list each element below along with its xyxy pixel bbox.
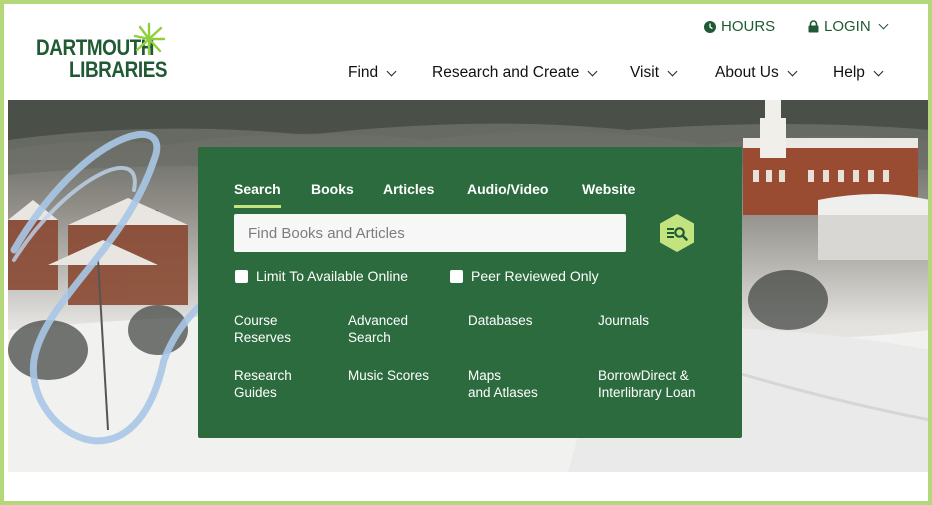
link-research-guides[interactable]: Research Guides bbox=[234, 367, 292, 401]
nav-help-label: Help bbox=[833, 64, 865, 81]
search-input[interactable] bbox=[234, 214, 626, 252]
nav-visit[interactable]: Visit bbox=[630, 64, 678, 82]
clock-icon bbox=[704, 20, 716, 33]
tab-books[interactable]: Books bbox=[311, 181, 354, 197]
tab-articles[interactable]: Articles bbox=[383, 181, 434, 197]
search-panel: Search Books Articles Audio/Video Websit… bbox=[198, 147, 742, 438]
logo-line-2: LIBRARIES bbox=[69, 57, 168, 82]
dartmouth-libraries-logo[interactable]: DARTMOUTH LIBRARIES bbox=[36, 22, 168, 84]
link-advanced-search[interactable]: Advanced Search bbox=[348, 312, 408, 346]
hours-label: HOURS bbox=[721, 18, 776, 35]
chevron-down-icon bbox=[667, 66, 678, 76]
nav-research-and-create[interactable]: Research and Create bbox=[432, 64, 598, 82]
nav-find[interactable]: Find bbox=[348, 64, 397, 82]
link-journals[interactable]: Journals bbox=[598, 312, 649, 329]
nav-find-label: Find bbox=[348, 64, 379, 81]
nav-help[interactable]: Help bbox=[833, 64, 884, 82]
nav-visit-label: Visit bbox=[630, 64, 660, 81]
chevron-down-icon bbox=[873, 66, 884, 76]
login-menu[interactable]: LOGIN bbox=[808, 18, 889, 35]
tab-website[interactable]: Website bbox=[582, 181, 635, 197]
link-databases[interactable]: Databases bbox=[468, 312, 533, 329]
checkbox-box[interactable] bbox=[235, 269, 248, 283]
page-frame: DARTMOUTH LIBRARIES HOURS LOGIN Find Res… bbox=[0, 0, 932, 505]
search-icon bbox=[660, 214, 694, 252]
available-online-label: Limit To Available Online bbox=[256, 268, 409, 284]
link-course-reserves[interactable]: Course Reserves bbox=[234, 312, 291, 346]
nav-about-us[interactable]: About Us bbox=[715, 64, 798, 82]
peer-reviewed-checkbox[interactable]: Peer Reviewed Only bbox=[450, 268, 599, 284]
tab-search[interactable]: Search bbox=[234, 181, 281, 208]
link-music-scores[interactable]: Music Scores bbox=[348, 367, 429, 384]
logo-spark-icon bbox=[133, 22, 166, 56]
chevron-down-icon bbox=[587, 66, 598, 76]
chevron-down-icon bbox=[386, 66, 397, 76]
chevron-down-icon bbox=[878, 19, 889, 30]
chevron-down-icon bbox=[787, 66, 798, 76]
login-label: LOGIN bbox=[824, 18, 871, 35]
hours-link[interactable]: HOURS bbox=[704, 18, 775, 35]
nav-research-label: Research and Create bbox=[432, 64, 580, 81]
lock-icon bbox=[808, 20, 819, 33]
checkbox-box[interactable] bbox=[450, 269, 463, 283]
nav-about-label: About Us bbox=[715, 64, 779, 81]
tab-audio-video[interactable]: Audio/Video bbox=[467, 181, 548, 197]
search-button[interactable] bbox=[657, 213, 697, 253]
available-online-checkbox[interactable]: Limit To Available Online bbox=[235, 268, 408, 284]
link-borrowdirect-ill[interactable]: BorrowDirect & Interlibrary Loan bbox=[598, 367, 696, 401]
link-maps-and-atlases[interactable]: Maps and Atlases bbox=[468, 367, 538, 401]
peer-reviewed-label: Peer Reviewed Only bbox=[471, 268, 599, 284]
